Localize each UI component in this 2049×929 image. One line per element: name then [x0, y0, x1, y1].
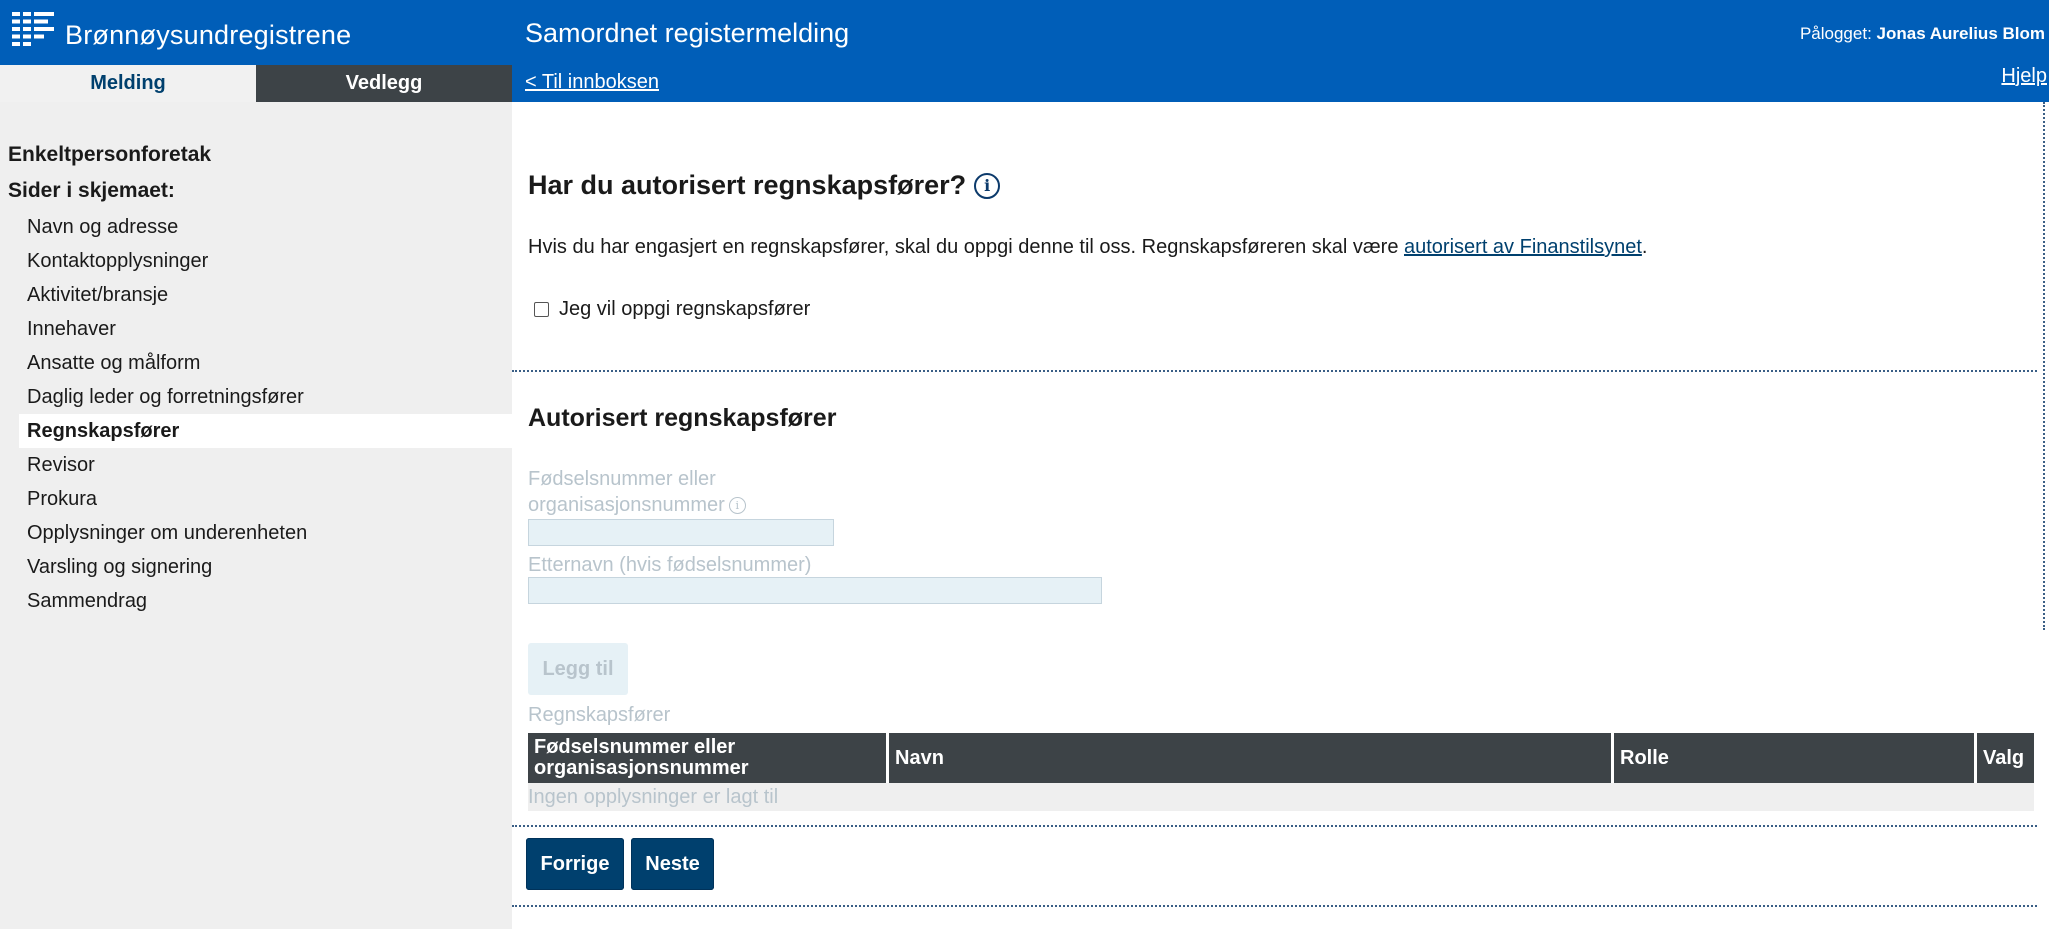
- question-description: Hvis du har engasjert en regnskapsfører,…: [528, 236, 1647, 259]
- section-divider: [512, 370, 2037, 372]
- logged-in-info: Pålogget: Jonas Aurelius Blom: [1800, 24, 2045, 44]
- column-header-role: Rolle: [1614, 733, 1974, 783]
- question-title: Har du autorisert regnskapsfører?: [528, 170, 967, 200]
- tab-vedlegg[interactable]: Vedlegg: [256, 65, 512, 102]
- add-button[interactable]: Legg til: [528, 643, 628, 695]
- sidebar-item-regnskapsforer[interactable]: Regnskapsfører: [19, 414, 512, 448]
- org-type-heading: Enkeltpersonforetak: [8, 143, 212, 166]
- id-info-icon[interactable]: i: [728, 497, 746, 515]
- column-header-name: Navn: [889, 733, 1611, 783]
- sidebar-item-revisor[interactable]: Revisor: [19, 448, 512, 482]
- brand-name: Brønnøysundregistrene: [65, 20, 352, 50]
- id-number-label-line2: organisasjonsnummer: [528, 494, 725, 516]
- previous-button[interactable]: Forrige: [526, 838, 624, 890]
- id-number-input[interactable]: [528, 519, 834, 546]
- sidebar-item-prokura[interactable]: Prokura: [19, 482, 512, 516]
- id-number-label: Fødselsnummer eller organisasjonsnummer i: [528, 466, 746, 518]
- sidebar-item-ansatte-og-malform[interactable]: Ansatte og målform: [19, 346, 512, 380]
- table-empty-row: Ingen opplysninger er lagt til: [528, 783, 2034, 811]
- lastname-input[interactable]: [528, 577, 1102, 604]
- sidebar-item-sammendrag[interactable]: Sammendrag: [19, 584, 512, 618]
- section-title: Autorisert regnskapsfører: [528, 404, 837, 432]
- checkbox-label[interactable]: Jeg vil oppgi regnskapsfører: [559, 298, 810, 321]
- logged-in-label: Pålogget:: [1799, 24, 1872, 43]
- buttons-divider-top: [512, 825, 2037, 827]
- finanstilsynet-link[interactable]: autorisert av Finanstilsynet: [1404, 236, 1642, 258]
- main-content: Har du autorisert regnskapsfører? i Hvis…: [512, 102, 2049, 929]
- column-header-id-line1: Fødselsnummer eller: [534, 736, 736, 758]
- brreg-logo-icon: [12, 12, 54, 46]
- sidebar-item-aktivitet-bransje[interactable]: Aktivitet/bransje: [19, 278, 512, 312]
- description-end: .: [1641, 236, 1648, 258]
- right-divider: [2043, 102, 2045, 630]
- sidebar-item-underenheten[interactable]: Opplysninger om underenheten: [19, 516, 512, 550]
- buttons-divider-bottom: [512, 905, 2037, 907]
- checkbox-row: Jeg vil oppgi regnskapsfører: [534, 298, 810, 321]
- back-to-inbox-link[interactable]: < Til innboksen: [525, 71, 659, 94]
- oppgi-regnskapsforer-checkbox[interactable]: [534, 302, 549, 317]
- lastname-label: Etternavn (hvis fødselsnummer): [528, 554, 812, 576]
- column-header-id-line2: organisasjonsnummer: [534, 757, 749, 779]
- table-header: Fødselsnummer eller organisasjonsnummer …: [528, 733, 2034, 783]
- sidebar-item-navn-og-adresse[interactable]: Navn og adresse: [19, 210, 512, 244]
- logged-in-user: Jonas Aurelius Blom: [1876, 24, 2045, 43]
- sidebar-item-innehaver[interactable]: Innehaver: [19, 312, 512, 346]
- info-icon[interactable]: i: [974, 172, 1001, 199]
- id-number-label-line1: Fødselsnummer eller: [528, 468, 716, 490]
- sidebar: Enkeltpersonforetak Sider i skjemaet: Na…: [0, 102, 512, 929]
- column-header-id: Fødselsnummer eller organisasjonsnummer: [528, 733, 886, 783]
- sidebar-nav: Navn og adresse Kontaktopplysninger Akti…: [0, 210, 512, 618]
- next-button[interactable]: Neste: [631, 838, 714, 890]
- help-link[interactable]: Hjelp: [2001, 65, 2047, 88]
- app-title: Samordnet registermelding: [525, 18, 850, 48]
- sidebar-item-varsling-og-signering[interactable]: Varsling og signering: [19, 550, 512, 584]
- column-header-options: Valg: [1977, 733, 2034, 783]
- sidebar-item-daglig-leder[interactable]: Daglig leder og forretningsfører: [19, 380, 512, 414]
- pages-heading: Sider i skjemaet:: [8, 179, 175, 202]
- question-heading: Har du autorisert regnskapsfører? i: [528, 170, 1001, 201]
- table-caption: Regnskapsfører: [528, 704, 671, 726]
- top-bar: Brønnøysundregistrene Samordnet register…: [0, 0, 2049, 102]
- sidebar-item-kontaktopplysninger[interactable]: Kontaktopplysninger: [19, 244, 512, 278]
- tab-melding[interactable]: Melding: [0, 65, 256, 102]
- description-text: Hvis du har engasjert en regnskapsfører,…: [528, 236, 1404, 258]
